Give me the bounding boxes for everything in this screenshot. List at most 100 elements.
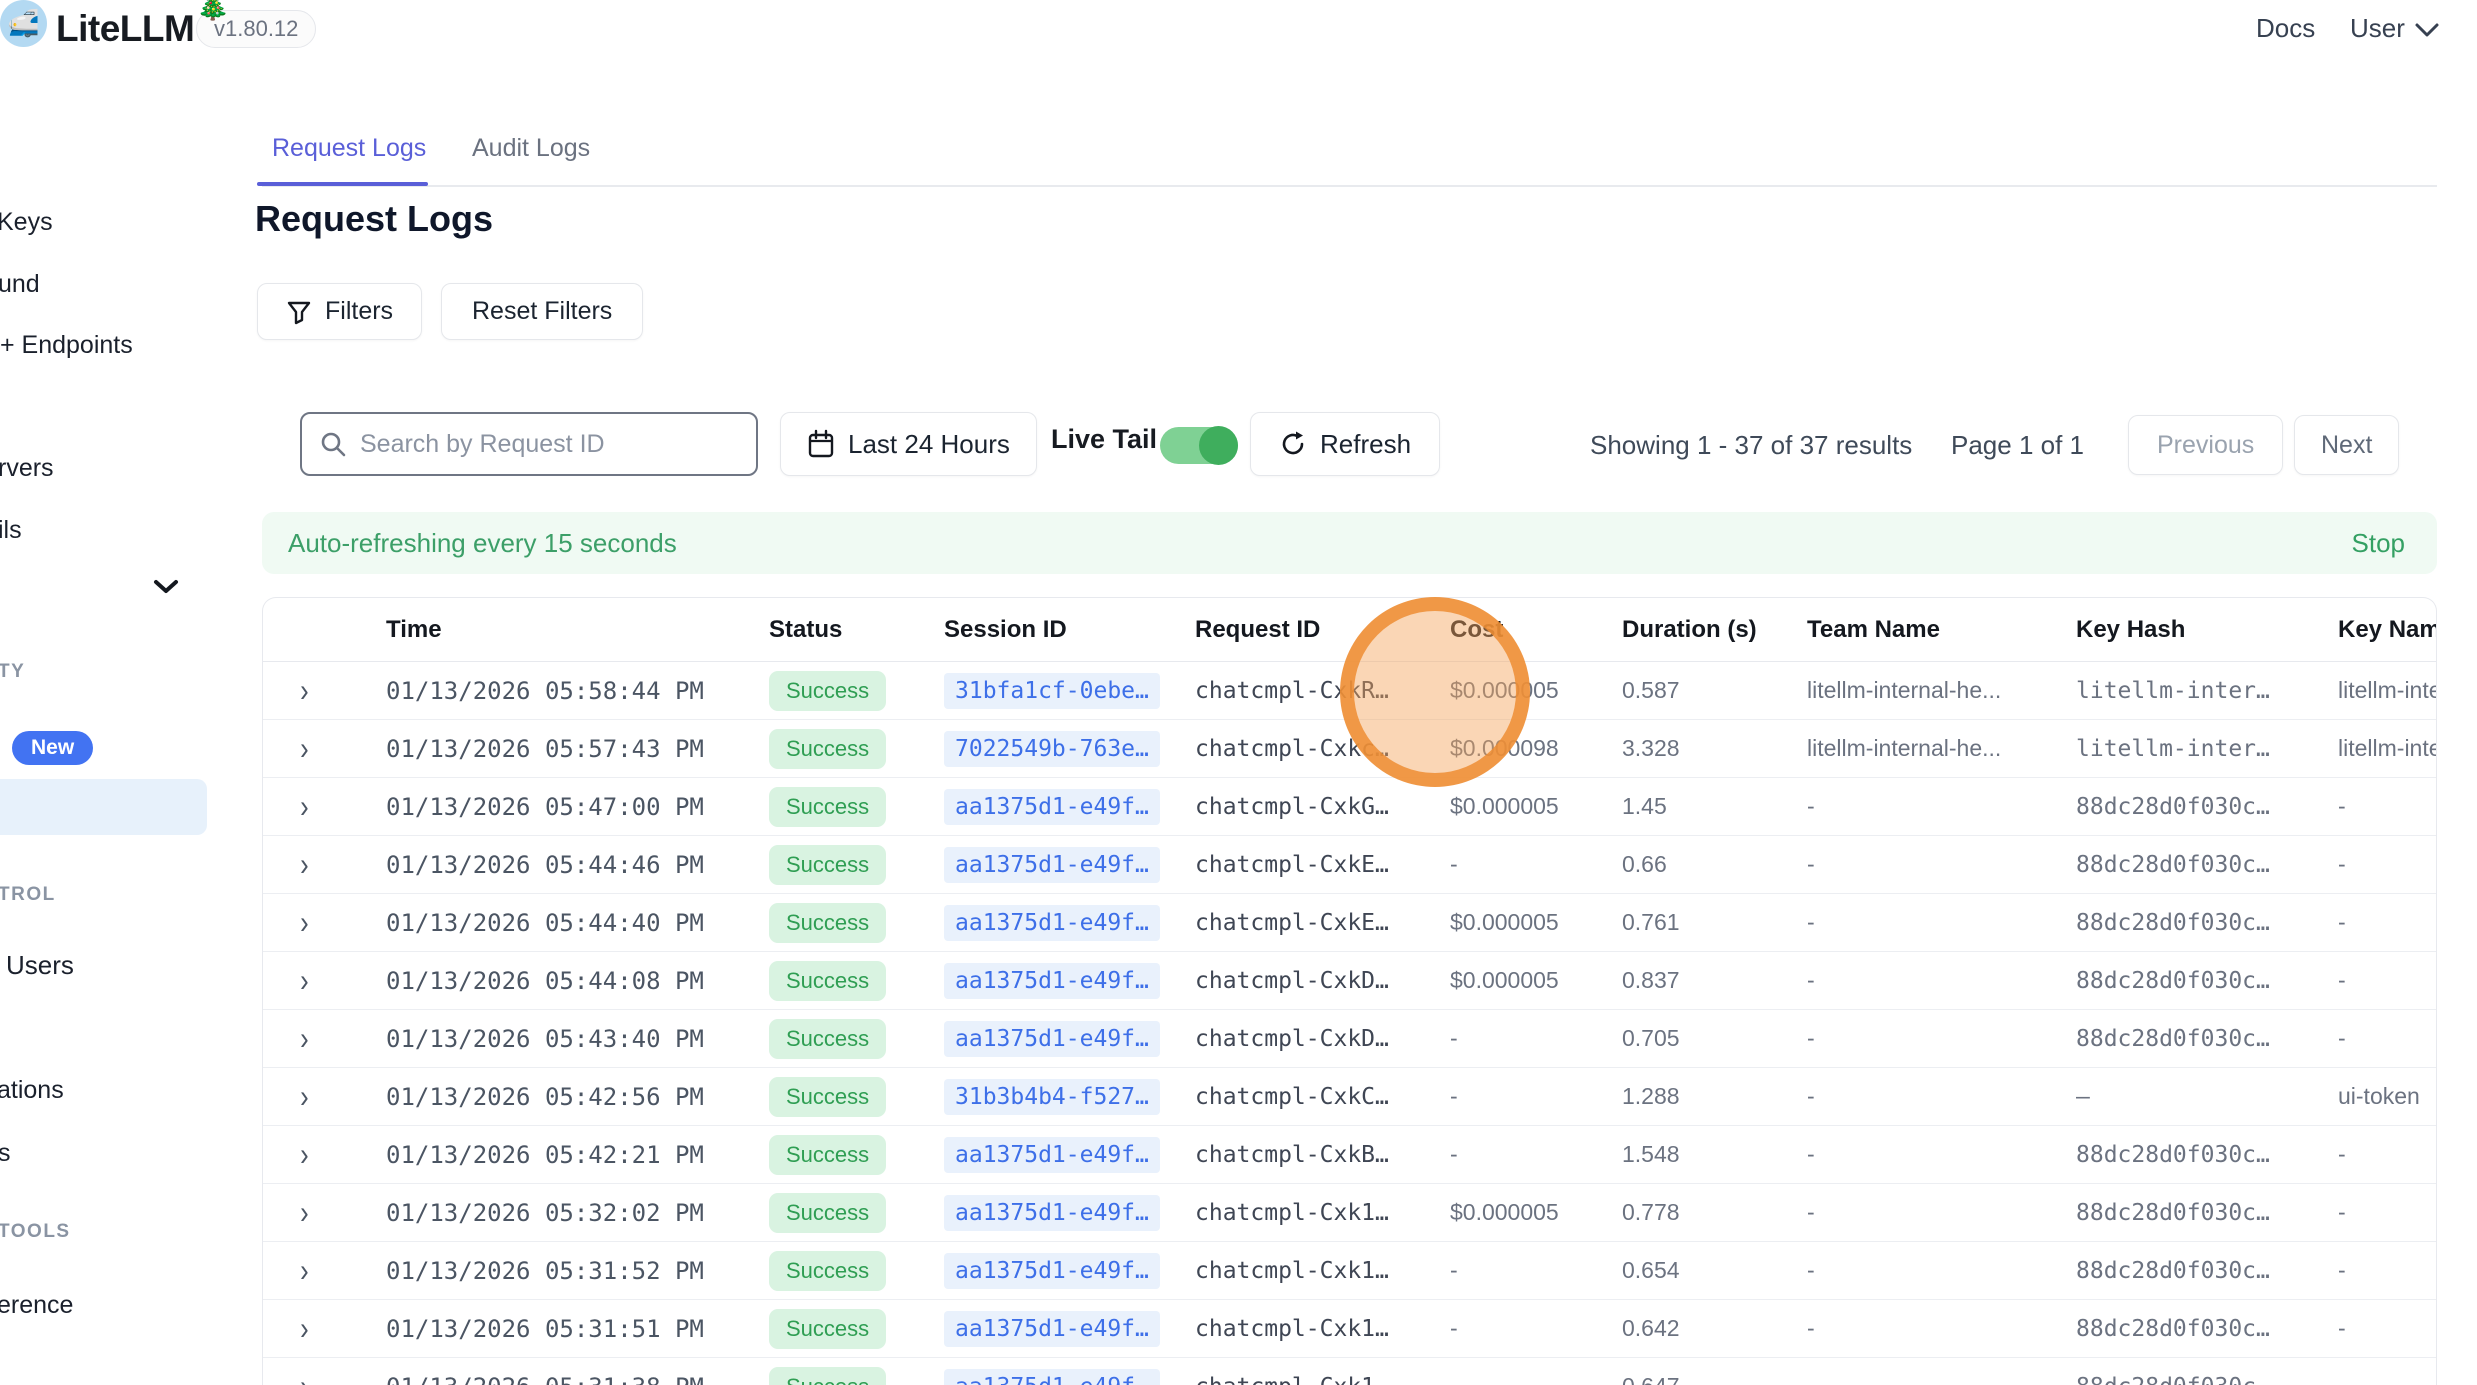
cell-time: 01/13/2026 05:31:52 PM xyxy=(386,1257,769,1285)
cell-session-id: 31b3b4b4-f527… xyxy=(944,1079,1195,1115)
table-row[interactable]: › 01/13/2026 05:31:38 PM Success aa1375d… xyxy=(263,1358,2436,1385)
sidebar-item-organizations[interactable]: ations xyxy=(0,1076,64,1105)
cell-key-name: - xyxy=(2338,909,2436,936)
table-row[interactable]: › 01/13/2026 05:42:21 PM Success aa1375d… xyxy=(263,1126,2436,1184)
session-id-link[interactable]: aa1375d1-e49f… xyxy=(944,847,1160,883)
sidebar-item-logs-selected[interactable] xyxy=(0,779,207,835)
cell-duration: 0.654 xyxy=(1622,1257,1807,1284)
sidebar-item-playground[interactable]: und xyxy=(0,270,40,299)
cell-session-id: aa1375d1-e49f… xyxy=(944,1369,1195,1385)
table-row[interactable]: › 01/13/2026 05:44:40 PM Success aa1375d… xyxy=(263,894,2436,952)
tab-audit-logs[interactable]: Audit Logs xyxy=(472,134,590,163)
table-row[interactable]: › 01/13/2026 05:43:40 PM Success aa1375d… xyxy=(263,1010,2436,1068)
row-expand-chevron-icon[interactable]: › xyxy=(300,1196,309,1228)
session-id-link[interactable]: aa1375d1-e49f… xyxy=(944,905,1160,941)
cell-team-name: - xyxy=(1807,1199,2076,1226)
search-input[interactable] xyxy=(360,430,740,459)
session-id-link[interactable]: aa1375d1-e49f… xyxy=(944,1021,1160,1057)
cell-key-hash: 88dc28d0f030c… xyxy=(2076,1258,2338,1284)
status-badge: Success xyxy=(769,1309,886,1349)
row-expand-chevron-icon[interactable]: › xyxy=(300,848,309,880)
cell-status: Success xyxy=(769,729,944,769)
docs-link[interactable]: Docs xyxy=(2256,13,2315,44)
cell-time: 01/13/2026 05:44:46 PM xyxy=(386,851,769,879)
row-expand-chevron-icon[interactable]: › xyxy=(300,674,309,706)
sidebar-item-api-reference[interactable]: erence xyxy=(0,1291,73,1320)
sidebar-item-users[interactable]: Users xyxy=(6,950,74,981)
header-duration: Duration (s) xyxy=(1622,616,1807,644)
sidebar-item-servers[interactable]: rvers xyxy=(0,454,54,483)
cell-duration: 0.705 xyxy=(1622,1025,1807,1052)
session-id-link[interactable]: aa1375d1-e49f… xyxy=(944,1311,1160,1347)
row-expand-chevron-icon[interactable]: › xyxy=(300,1370,309,1385)
cell-duration: 1.548 xyxy=(1622,1141,1807,1168)
session-id-link[interactable]: aa1375d1-e49f… xyxy=(944,963,1160,999)
search-request-id-box[interactable] xyxy=(300,412,758,476)
time-range-button[interactable]: Last 24 Hours xyxy=(780,412,1037,476)
search-icon xyxy=(318,429,348,459)
cell-cost: - xyxy=(1450,1257,1622,1284)
row-expand-chevron-icon[interactable]: › xyxy=(300,790,309,822)
row-expand-chevron-icon[interactable]: › xyxy=(300,906,309,938)
session-id-link[interactable]: aa1375d1-e49f… xyxy=(944,789,1160,825)
live-tail-label: Live Tail xyxy=(1051,424,1157,455)
sidebar-item-models-endpoints[interactable]: + Endpoints xyxy=(0,331,133,360)
status-badge: Success xyxy=(769,1193,886,1233)
status-badge: Success xyxy=(769,671,886,711)
cell-request-id: chatcmpl-CxkG… xyxy=(1195,794,1450,820)
next-page-button[interactable]: Next xyxy=(2294,415,2399,475)
status-badge: Success xyxy=(769,1251,886,1291)
cell-key-name: - xyxy=(2338,1257,2436,1284)
row-expand-chevron-icon[interactable]: › xyxy=(300,1022,309,1054)
table-row[interactable]: › 01/13/2026 05:57:43 PM Success 7022549… xyxy=(263,720,2436,778)
cell-session-id: 7022549b-763e… xyxy=(944,731,1195,767)
cell-session-id: 31bfa1cf-0ebe… xyxy=(944,673,1195,709)
user-menu[interactable]: User xyxy=(2350,13,2405,44)
table-row[interactable]: › 01/13/2026 05:47:00 PM Success aa1375d… xyxy=(263,778,2436,836)
cell-team-name: - xyxy=(1807,967,2076,994)
header-request-id: Request ID xyxy=(1195,616,1450,644)
table-row[interactable]: › 01/13/2026 05:31:52 PM Success aa1375d… xyxy=(263,1242,2436,1300)
session-id-link[interactable]: aa1375d1-e49f… xyxy=(944,1195,1160,1231)
live-tail-toggle[interactable] xyxy=(1160,427,1238,464)
row-expand-chevron-icon[interactable]: › xyxy=(300,964,309,996)
row-expand-chevron-icon[interactable]: › xyxy=(300,1312,309,1344)
session-id-link[interactable]: 7022549b-763e… xyxy=(944,731,1160,767)
refresh-button[interactable]: Refresh xyxy=(1250,412,1440,476)
session-id-link[interactable]: aa1375d1-e49f… xyxy=(944,1137,1160,1173)
table-row[interactable]: › 01/13/2026 05:58:44 PM Success 31bfa1c… xyxy=(263,662,2436,720)
results-summary: Showing 1 - 37 of 37 results xyxy=(1590,430,1912,461)
table-row[interactable]: › 01/13/2026 05:44:08 PM Success aa1375d… xyxy=(263,952,2436,1010)
row-expand-chevron-icon[interactable]: › xyxy=(300,1138,309,1170)
row-expand-chevron-icon[interactable]: › xyxy=(300,732,309,764)
cell-key-hash: 88dc28d0f030c… xyxy=(2076,1142,2338,1168)
table-row[interactable]: › 01/13/2026 05:42:56 PM Success 31b3b4b… xyxy=(263,1068,2436,1126)
session-id-link[interactable]: aa1375d1-e49f… xyxy=(944,1253,1160,1289)
reset-filters-button[interactable]: Reset Filters xyxy=(441,283,643,340)
chevron-down-icon[interactable] xyxy=(2413,21,2441,39)
session-id-link[interactable]: 31bfa1cf-0ebe… xyxy=(944,673,1160,709)
table-row[interactable]: › 01/13/2026 05:32:02 PM Success aa1375d… xyxy=(263,1184,2436,1242)
sidebar-item-guardrails[interactable]: ils xyxy=(0,516,22,545)
tab-request-logs[interactable]: Request Logs xyxy=(272,134,426,163)
status-badge: Success xyxy=(769,1367,886,1385)
sidebar-item-keys[interactable]: Keys xyxy=(0,208,53,237)
previous-page-button[interactable]: Previous xyxy=(2128,415,2283,475)
cell-key-name: - xyxy=(2338,1025,2436,1052)
sidebar-item-teams[interactable]: s xyxy=(0,1139,11,1168)
session-id-link[interactable]: 31b3b4b4-f527… xyxy=(944,1079,1160,1115)
cell-status: Success xyxy=(769,1367,944,1385)
table-row[interactable]: › 01/13/2026 05:44:46 PM Success aa1375d… xyxy=(263,836,2436,894)
cell-duration: 0.761 xyxy=(1622,909,1807,936)
status-badge: Success xyxy=(769,729,886,769)
cell-cost: $0.000005 xyxy=(1450,967,1622,994)
session-id-link[interactable]: aa1375d1-e49f… xyxy=(944,1369,1160,1385)
status-badge: Success xyxy=(769,787,886,827)
cell-cost: $0.000005 xyxy=(1450,909,1622,936)
table-row[interactable]: › 01/13/2026 05:31:51 PM Success aa1375d… xyxy=(263,1300,2436,1358)
row-expand-chevron-icon[interactable]: › xyxy=(300,1080,309,1112)
sidebar-chevron-down-icon[interactable] xyxy=(152,578,180,596)
row-expand-chevron-icon[interactable]: › xyxy=(300,1254,309,1286)
filters-button[interactable]: Filters xyxy=(257,283,422,340)
stop-auto-refresh-button[interactable]: Stop xyxy=(2352,528,2406,559)
